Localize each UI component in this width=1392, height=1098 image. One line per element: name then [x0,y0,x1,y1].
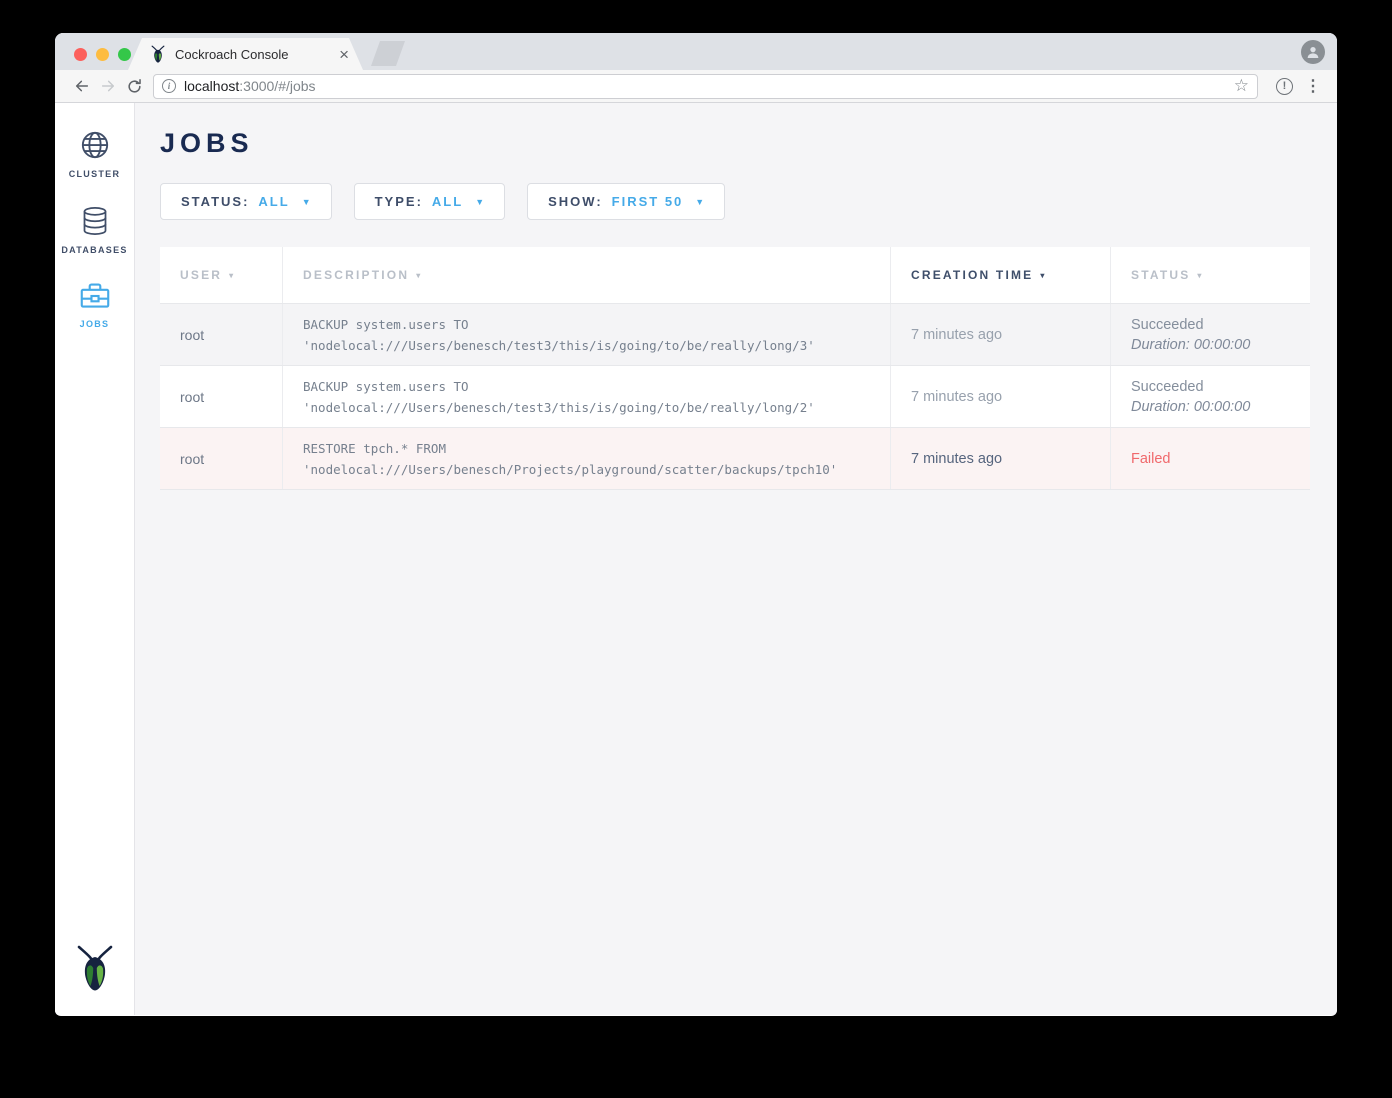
sidebar: CLUSTER DATABASES [55,103,135,1015]
back-button[interactable] [69,73,95,99]
profile-avatar-icon[interactable] [1301,40,1325,64]
job-user: root [180,451,262,467]
url-text[interactable]: localhost:3000/#/jobs [184,78,1234,94]
job-creation-time: 7 minutes ago [911,451,1090,467]
job-description-line1: BACKUP system.users TO [303,376,870,397]
filter-label: STATUS: [181,194,249,209]
browser-window: Cockroach Console × i localhost:3000/#/j… [55,33,1337,1016]
new-tab-button[interactable] [371,41,405,66]
job-status: Succeeded [1131,377,1290,397]
tab-title: Cockroach Console [175,47,339,62]
url-path: :3000/#/jobs [239,78,315,94]
sort-arrow-icon: ▾ [1040,271,1046,280]
sidebar-item-cluster[interactable]: CLUSTER [55,130,134,179]
reload-button[interactable] [121,73,147,99]
bookmark-star-icon[interactable]: ☆ [1234,76,1249,96]
column-header-label: STATUS [1131,268,1190,282]
sidebar-item-databases[interactable]: DATABASES [55,206,134,255]
job-description-line2: 'nodelocal:///Users/benesch/test3/this/i… [303,335,870,356]
minimize-window-button[interactable] [96,48,109,61]
job-user: root [180,327,262,343]
traffic-lights [74,48,131,61]
job-creation-time: 7 minutes ago [911,389,1090,405]
sort-arrow-icon: ▾ [229,271,235,280]
chrome-menu-icon[interactable]: ⋮ [1299,76,1327,96]
table-row[interactable]: root RESTORE tpch.* FROM 'nodelocal:///U… [160,428,1310,490]
job-description-line1: RESTORE tpch.* FROM [303,438,870,459]
job-duration: Duration: 00:00:00 [1131,397,1290,417]
table-row[interactable]: root BACKUP system.users TO 'nodelocal:/… [160,304,1310,366]
column-header-description[interactable]: DESCRIPTION ▾ [282,247,890,303]
browser-tab[interactable]: Cockroach Console × [128,38,363,70]
table-header-row: USER ▾ DESCRIPTION ▾ CREATION TIME ▾ STA… [160,247,1310,304]
filter-value: ALL [432,194,463,209]
sidebar-item-label: DATABASES [61,245,127,255]
sidebar-item-label: CLUSTER [69,169,121,179]
chevron-down-icon: ▼ [302,197,311,207]
job-creation-time: 7 minutes ago [911,327,1090,343]
job-user: root [180,389,262,405]
column-header-label: USER [180,268,222,282]
zoom-window-button[interactable] [118,48,131,61]
url-host: localhost [184,78,239,94]
show-filter-dropdown[interactable]: SHOW: FIRST 50 ▼ [527,183,725,220]
cockroach-logo-icon [75,944,115,997]
forward-button[interactable] [95,73,121,99]
table-row[interactable]: root BACKUP system.users TO 'nodelocal:/… [160,366,1310,428]
filter-bar: STATUS: ALL ▼ TYPE: ALL ▼ SHOW: FIRST 50… [160,183,1310,220]
chevron-down-icon: ▼ [475,197,484,207]
job-status: Succeeded [1131,315,1290,335]
column-header-creation-time[interactable]: CREATION TIME ▾ [890,247,1110,303]
sidebar-item-jobs[interactable]: JOBS [55,282,134,329]
column-header-user[interactable]: USER ▾ [160,247,282,303]
filter-value: FIRST 50 [612,194,684,209]
job-description-line1: BACKUP system.users TO [303,314,870,335]
sort-arrow-icon: ▾ [1197,271,1203,280]
database-icon [81,206,109,236]
job-description-line2: 'nodelocal:///Users/benesch/test3/this/i… [303,397,870,418]
tab-strip: Cockroach Console × [55,33,1337,70]
column-header-label: CREATION TIME [911,268,1033,282]
sort-arrow-icon: ▾ [416,271,422,280]
close-tab-icon[interactable]: × [339,46,349,63]
chevron-down-icon: ▼ [695,197,704,207]
extension-icon[interactable]: ! [1276,78,1293,95]
column-header-label: DESCRIPTION [303,268,409,282]
url-bar[interactable]: i localhost:3000/#/jobs ☆ [153,74,1258,99]
filter-label: SHOW: [548,194,603,209]
status-filter-dropdown[interactable]: STATUS: ALL ▼ [160,183,332,220]
page-title: JOBS [160,128,1310,159]
sidebar-item-label: JOBS [80,319,110,329]
cockroach-favicon-icon [150,45,166,63]
filter-value: ALL [258,194,289,209]
job-duration: Duration: 00:00:00 [1131,335,1290,355]
main-content: JOBS STATUS: ALL ▼ TYPE: ALL ▼ SHOW: FIR… [135,103,1337,1015]
page-info-icon[interactable]: i [162,79,176,93]
app-area: CLUSTER DATABASES [55,103,1337,1015]
close-window-button[interactable] [74,48,87,61]
type-filter-dropdown[interactable]: TYPE: ALL ▼ [354,183,506,220]
job-status: Failed [1131,449,1290,469]
column-header-status[interactable]: STATUS ▾ [1110,247,1310,303]
globe-icon [80,130,110,160]
job-description-line2: 'nodelocal:///Users/benesch/Projects/pla… [303,459,870,480]
filter-label: TYPE: [375,194,423,209]
browser-toolbar: i localhost:3000/#/jobs ☆ ! ⋮ [55,70,1337,103]
jobs-table: USER ▾ DESCRIPTION ▾ CREATION TIME ▾ STA… [160,247,1310,490]
briefcase-icon [80,282,110,310]
